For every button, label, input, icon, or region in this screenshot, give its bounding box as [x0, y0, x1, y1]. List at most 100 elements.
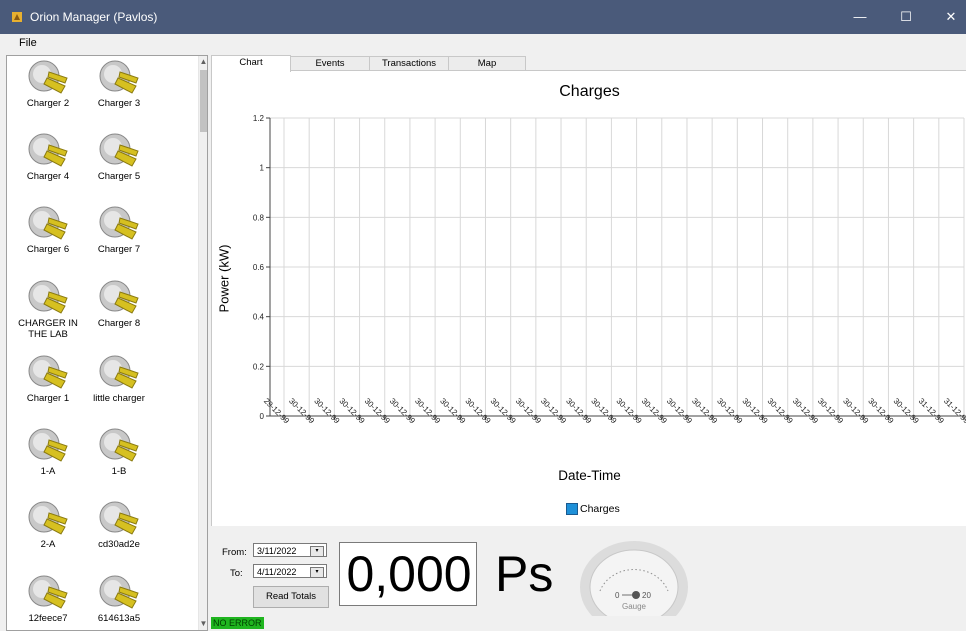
plug-icon [28, 60, 68, 94]
minimize-button[interactable]: — [845, 6, 875, 28]
plug-icon [99, 501, 139, 535]
x-tick-label: 31-12-99 [917, 396, 946, 425]
maximize-button[interactable]: ☐ [891, 6, 921, 28]
plug-icon [99, 280, 139, 314]
charger-item[interactable]: Charger 5 [85, 129, 153, 182]
legend-swatch [566, 503, 578, 516]
menu-file[interactable]: File [19, 37, 37, 49]
read-totals-button[interactable]: Read Totals [253, 586, 329, 608]
from-date-picker[interactable]: 3/11/2022 ▾ [253, 543, 327, 557]
calendar-dropdown-icon[interactable]: ▾ [310, 567, 324, 578]
menu-bar: File [0, 34, 966, 53]
title-bar: Orion Manager (Pavlos) — ☐ ✕ [0, 0, 966, 34]
gauge-icon: 0 20 Gauge [580, 541, 688, 616]
charger-label: 2-A [40, 539, 56, 550]
plug-icon [28, 501, 68, 535]
to-date-picker[interactable]: 4/11/2022 ▾ [253, 564, 327, 578]
x-tick-label: 30-12-99 [489, 396, 518, 425]
charger-label: 1-B [111, 466, 127, 477]
to-date-value: 4/11/2022 [257, 567, 297, 577]
charger-label: Charger 1 [26, 393, 70, 404]
plug-icon [28, 206, 68, 240]
charger-item[interactable]: 2-A [14, 497, 82, 550]
charger-item[interactable]: Charger 3 [85, 56, 153, 109]
tab-events[interactable]: Events [290, 56, 370, 71]
y-tick-label: 0.8 [253, 213, 265, 222]
charger-label: 1-A [40, 466, 56, 477]
x-tick-label: 30-12-99 [766, 396, 795, 425]
x-tick-label: 30-12-99 [463, 396, 492, 425]
totals-units: Ps [495, 546, 554, 602]
charger-label: 614613a5 [97, 613, 141, 624]
x-tick-label: 29-12-99 [262, 396, 291, 425]
x-tick-label: 30-12-99 [287, 396, 316, 425]
tab-chart[interactable]: Chart [211, 55, 291, 72]
tab-transactions[interactable]: Transactions [369, 56, 449, 71]
vertical-scrollbar[interactable]: ▲ ▼ [198, 56, 207, 630]
y-tick-label: 0.2 [253, 362, 265, 371]
y-tick-label: 1.2 [253, 114, 265, 123]
charger-item[interactable]: Charger 4 [14, 129, 82, 182]
plug-icon [99, 355, 139, 389]
plug-icon [99, 60, 139, 94]
charger-item[interactable]: Charger 7 [85, 202, 153, 255]
x-tick-label: 30-12-99 [539, 396, 568, 425]
charger-label: Charger 7 [97, 244, 141, 255]
charger-item[interactable]: 614613a5 [85, 571, 153, 624]
x-tick-label: 30-12-99 [413, 396, 442, 425]
x-tick-label: 30-12-99 [715, 396, 744, 425]
charger-label: Charger 8 [97, 318, 141, 329]
charger-item[interactable]: little charger [85, 351, 153, 404]
chart-legend: Charges [566, 503, 620, 516]
scroll-thumb[interactable] [200, 70, 207, 132]
charger-item[interactable]: 1-A [14, 424, 82, 477]
charger-item[interactable]: Charger 1 [14, 351, 82, 404]
scroll-up-arrow-icon[interactable]: ▲ [199, 56, 207, 68]
charger-item[interactable]: 12feece7 [14, 571, 82, 624]
charger-item[interactable]: Charger 8 [85, 276, 153, 329]
plug-icon [28, 428, 68, 462]
x-tick-label: 30-12-99 [640, 396, 669, 425]
charger-label: Charger 3 [97, 98, 141, 109]
plug-icon [28, 355, 68, 389]
plug-icon [28, 575, 68, 609]
tab-strip: Chart Events Transactions Map [211, 55, 966, 72]
x-tick-label: 30-12-99 [615, 396, 644, 425]
x-axis-label: Date-Time [558, 468, 621, 483]
gauge-label: Gauge [622, 602, 647, 611]
close-button[interactable]: ✕ [936, 6, 966, 28]
x-tick-label: 30-12-99 [892, 396, 921, 425]
legend-label: Charges [580, 503, 620, 515]
status-bar: NO ERROR [211, 616, 966, 629]
totals-display: 0,000 [339, 542, 477, 606]
charger-item[interactable]: 1-B [85, 424, 153, 477]
charger-label: little charger [93, 393, 145, 404]
charger-item[interactable]: Charger 2 [14, 56, 82, 109]
charger-label: cd30ad2e [98, 539, 140, 550]
scroll-down-arrow-icon[interactable]: ▼ [199, 618, 207, 630]
x-tick-label: 30-12-99 [816, 396, 845, 425]
from-label: From: [222, 547, 247, 558]
charger-item[interactable]: CHARGER IN THE LAB [14, 276, 82, 340]
charger-item[interactable]: cd30ad2e [85, 497, 153, 550]
from-date-value: 3/11/2022 [257, 546, 297, 556]
x-tick-label: 30-12-99 [388, 396, 417, 425]
calendar-dropdown-icon[interactable]: ▾ [310, 546, 324, 557]
chart-panel: Charges Power (kW) 0 0.2 0.4 0.6 0.8 1 1.2 29-1… [211, 70, 966, 527]
x-tick-label: 30-12-99 [841, 396, 870, 425]
plug-icon [99, 133, 139, 167]
plug-icon [99, 206, 139, 240]
y-tick-label: 0.6 [253, 263, 265, 272]
app-icon [12, 12, 22, 22]
to-label: To: [230, 568, 243, 579]
charger-label: Charger 4 [26, 171, 70, 182]
x-tick-label: 30-12-99 [690, 396, 719, 425]
tab-map[interactable]: Map [448, 56, 526, 71]
x-tick-label: 30-12-99 [564, 396, 593, 425]
x-tick-label: 30-12-99 [514, 396, 543, 425]
charger-label: Charger 6 [26, 244, 70, 255]
y-tick-label: 0 [260, 412, 265, 421]
charger-item[interactable]: Charger 6 [14, 202, 82, 255]
charger-label: CHARGER IN THE LAB [18, 318, 78, 340]
charger-list[interactable]: Charger 2 Charger 3 Charger 4 Charger 5 Char… [6, 55, 208, 631]
